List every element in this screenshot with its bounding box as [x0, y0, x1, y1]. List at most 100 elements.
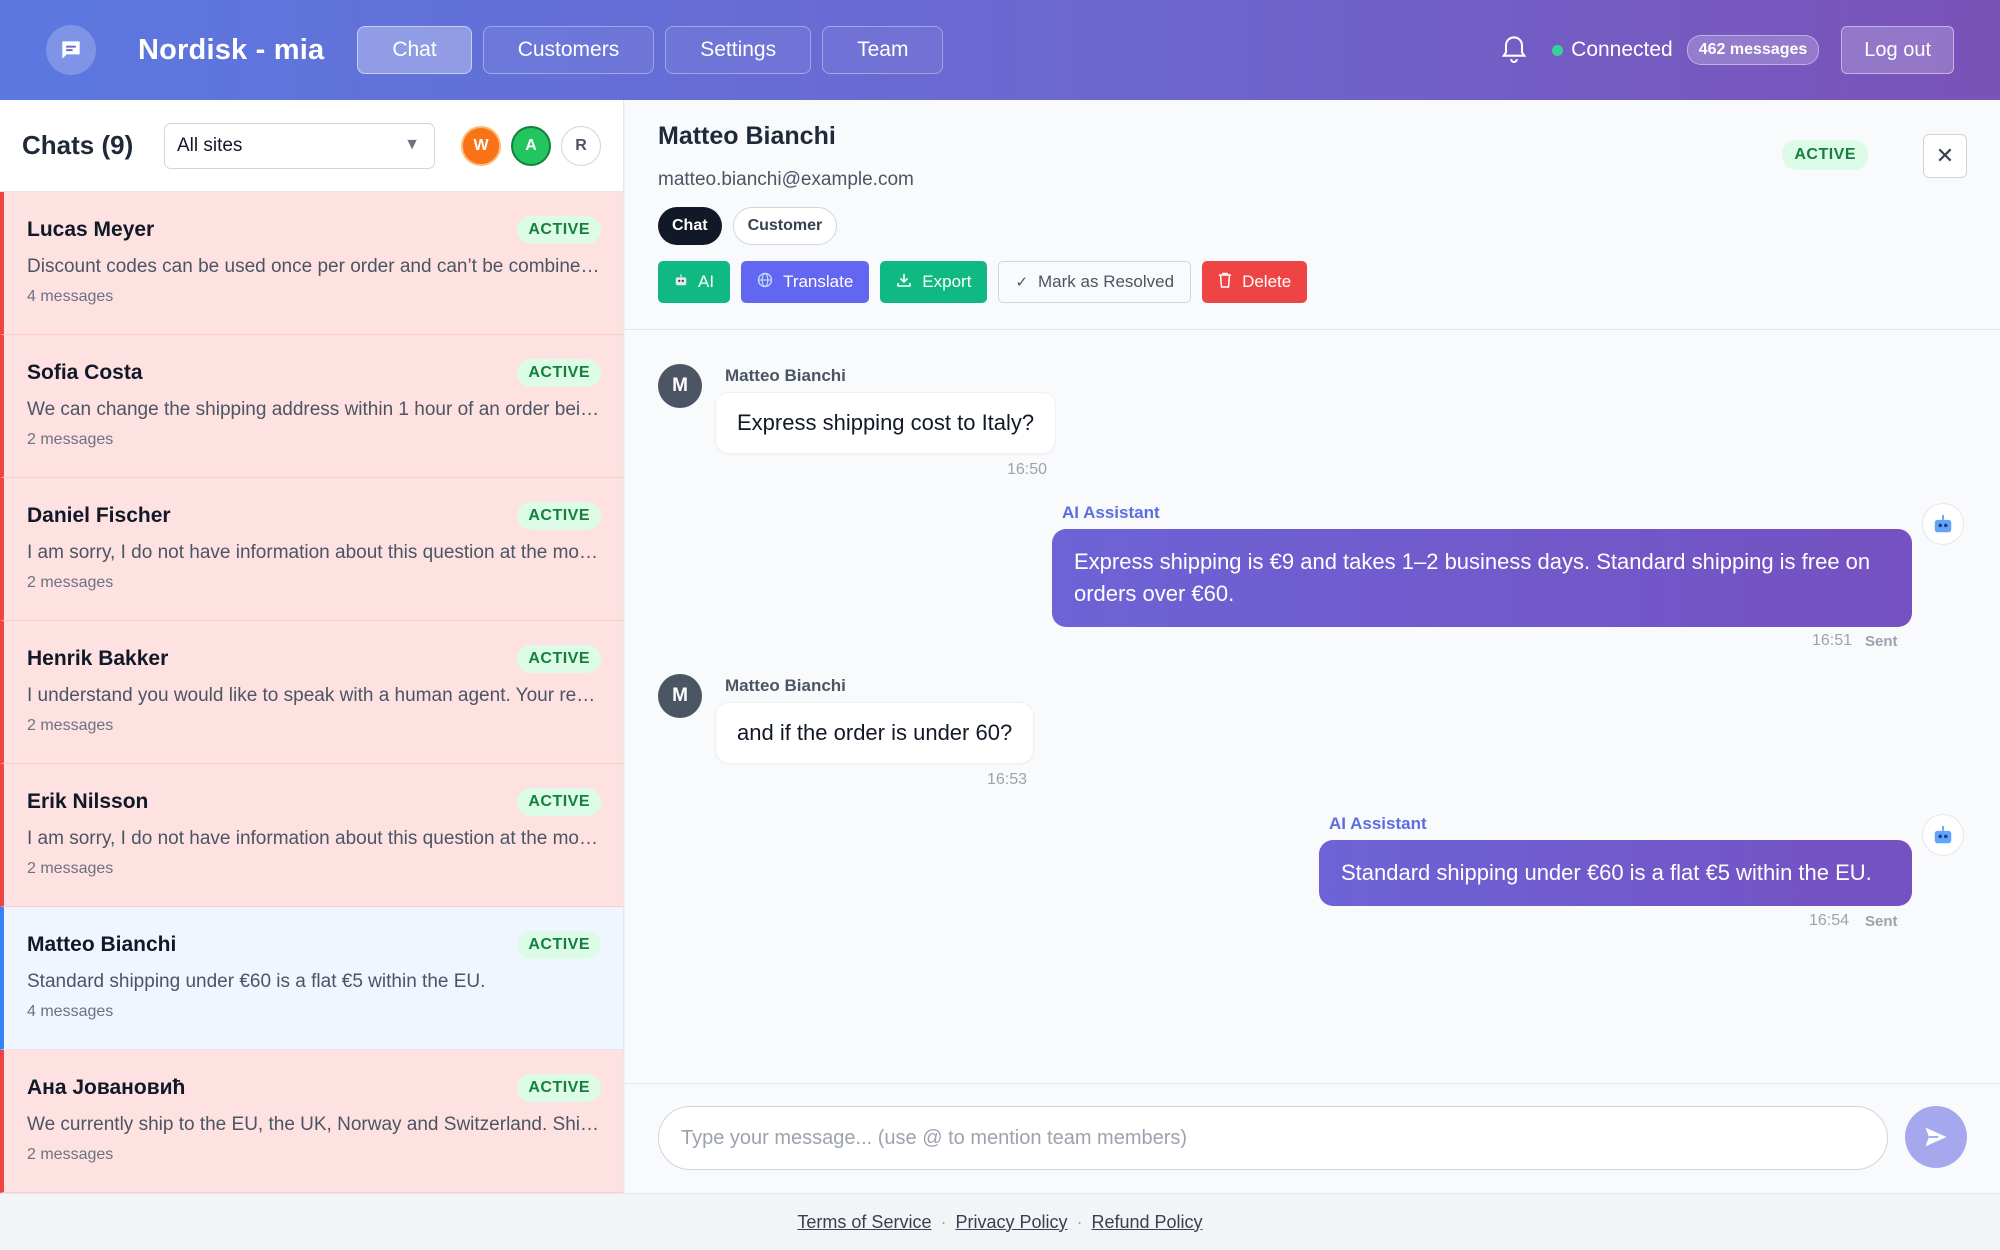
translate-button-label: Translate: [783, 272, 854, 291]
chat-preview: I understand you would like to speak wit…: [27, 685, 602, 706]
message-bubble-outgoing: Standard shipping under €60 is a flat €5…: [1319, 840, 1912, 906]
message-sender: Matteo Bianchi: [725, 366, 846, 385]
status-badge: ACTIVE: [517, 1074, 601, 1102]
message-sender: Matteo Bianchi: [725, 676, 846, 695]
message-time: 16:50: [1007, 461, 1048, 478]
terms-of-service-link[interactable]: Terms of Service: [797, 1212, 931, 1233]
message-count-badge: 462 messages: [1686, 35, 1820, 65]
message-time: 16:53: [987, 771, 1028, 788]
send-icon[interactable]: [1905, 1106, 1967, 1168]
chat-preview: We currently ship to the EU, the UK, Nor…: [27, 1114, 602, 1135]
mark-resolved-label: Mark as Resolved: [1038, 272, 1175, 291]
customer-avatar: M: [658, 364, 702, 408]
conversation-customer-email: matteo.bianchi@example.com: [658, 169, 914, 190]
message-time: 16:54: [1809, 912, 1850, 929]
refund-policy-link[interactable]: Refund Policy: [1092, 1212, 1203, 1233]
chat-list-item[interactable]: Daniel Fischer ACTIVE I am sorry, I do n…: [0, 478, 623, 621]
robot-icon: [1922, 503, 1964, 545]
chat-list-header: Chats (9) All sites ▼ W A R: [0, 100, 623, 192]
connection-status: Connected: [1571, 38, 1673, 61]
status-badge: ACTIVE: [517, 359, 601, 387]
trash-icon: [1218, 272, 1232, 292]
tab-chat[interactable]: Chat: [658, 207, 722, 245]
chat-list-item[interactable]: Lucas Meyer ACTIVE Discount codes can be…: [0, 192, 623, 335]
status-badge: ACTIVE: [517, 645, 601, 673]
chat-list-sidebar: Chats (9) All sites ▼ W A R Lucas Meyer …: [0, 100, 624, 1193]
chat-message-count: 2 messages: [27, 860, 114, 877]
chat-message-count: 4 messages: [27, 1003, 114, 1020]
download-icon: [896, 272, 912, 292]
robot-icon: [1922, 814, 1964, 856]
chat-message-count: 2 messages: [27, 1146, 114, 1163]
message-sender: AI Assistant: [1329, 814, 1427, 833]
chat-list-title: Chats (9): [22, 130, 134, 160]
status-badge: ACTIVE: [517, 788, 601, 816]
chat-preview: I am sorry, I do not have information ab…: [27, 542, 602, 563]
chat-preview: Standard shipping under €60 is a flat €5…: [27, 971, 486, 992]
mark-resolved-button[interactable]: ✓ Mark as Resolved: [998, 261, 1192, 303]
conversation-panel: Matteo Bianchi matteo.bianchi@example.co…: [625, 100, 2000, 1193]
chat-customer-name: Henrik Bakker: [27, 647, 169, 670]
privacy-policy-link[interactable]: Privacy Policy: [955, 1212, 1067, 1233]
agent-avatar-a[interactable]: A: [511, 125, 551, 166]
message-bubble-outgoing: Express shipping is €9 and takes 1–2 bus…: [1052, 529, 1912, 627]
delete-button[interactable]: Delete: [1202, 261, 1308, 303]
chevron-down-icon: ▼: [404, 135, 420, 153]
chat-message-count: 2 messages: [27, 431, 114, 448]
chat-customer-name: Ана Јовановић: [27, 1076, 186, 1099]
chat-list-item[interactable]: Sofia Costa ACTIVE We can change the shi…: [0, 335, 623, 478]
export-button-label: Export: [922, 272, 972, 291]
delete-button-label: Delete: [1242, 272, 1292, 291]
footer-separator: ·: [940, 1211, 947, 1232]
message-sender: AI Assistant: [1062, 503, 1160, 522]
message-input[interactable]: [658, 1106, 1888, 1170]
chat-preview: Discount codes can be used once per orde…: [27, 256, 602, 277]
status-badge: ACTIVE: [517, 931, 601, 959]
chat-message-count: 2 messages: [27, 574, 114, 591]
conversation-header: Matteo Bianchi matteo.bianchi@example.co…: [625, 100, 2000, 330]
connection-status-dot: [1552, 44, 1564, 56]
chat-logo-icon: [46, 25, 96, 75]
chat-list-item-selected[interactable]: Matteo Bianchi ACTIVE Standard shipping …: [0, 907, 623, 1050]
nav-settings[interactable]: Settings: [665, 26, 812, 74]
chat-customer-name: Daniel Fischer: [27, 504, 171, 527]
close-icon[interactable]: ✕: [1923, 134, 1967, 178]
nav-customers[interactable]: Customers: [482, 26, 655, 74]
nav-chat[interactable]: Chat: [357, 26, 472, 74]
message-sent-status: Sent: [1865, 633, 1898, 650]
customer-avatar: M: [658, 674, 702, 718]
message-time: 16:51: [1812, 632, 1853, 649]
agent-avatar-w[interactable]: W: [461, 125, 501, 166]
chat-list-item[interactable]: Ана Јовановић ACTIVE We currently ship t…: [0, 1050, 623, 1193]
ai-button-label: AI: [698, 272, 715, 291]
site-filter-value: All sites: [176, 134, 243, 156]
page-footer: Terms of Service · Privacy Policy · Refu…: [0, 1193, 2000, 1250]
message-composer: [625, 1083, 2000, 1193]
checkmark-icon: ✓: [1015, 274, 1029, 291]
chat-message-count: 4 messages: [27, 288, 114, 305]
chat-customer-name: Sofia Costa: [27, 361, 143, 384]
translate-button[interactable]: Translate: [741, 261, 870, 303]
robot-icon: [674, 273, 688, 291]
chat-list-item[interactable]: Erik Nilsson ACTIVE I am sorry, I do not…: [0, 764, 623, 907]
app-brand: Nordisk - mia: [138, 33, 325, 66]
nav-team[interactable]: Team: [822, 26, 944, 74]
conversation-status-badge: ACTIVE: [1782, 140, 1868, 170]
ai-button[interactable]: AI: [658, 261, 731, 303]
globe-icon: [757, 272, 773, 292]
export-button[interactable]: Export: [880, 261, 988, 303]
logout-button[interactable]: Log out: [1841, 26, 1954, 74]
status-badge: ACTIVE: [517, 216, 601, 244]
chat-customer-name: Matteo Bianchi: [27, 933, 177, 956]
chat-customer-name: Erik Nilsson: [27, 790, 149, 813]
tab-customer[interactable]: Customer: [732, 207, 838, 245]
app-header: Nordisk - mia Chat Customers Settings Te…: [0, 0, 2000, 100]
message-thread: M Matteo Bianchi Express shipping cost t…: [625, 330, 2000, 1083]
site-filter-select[interactable]: All sites ▼: [163, 122, 435, 169]
chat-preview: I am sorry, I do not have information ab…: [27, 828, 602, 849]
chat-preview: We can change the shipping address withi…: [27, 399, 602, 420]
message-sent-status: Sent: [1865, 913, 1898, 930]
bell-icon[interactable]: [1498, 32, 1530, 68]
agent-avatar-r[interactable]: R: [561, 125, 601, 166]
chat-list-item[interactable]: Henrik Bakker ACTIVE I understand you wo…: [0, 621, 623, 764]
